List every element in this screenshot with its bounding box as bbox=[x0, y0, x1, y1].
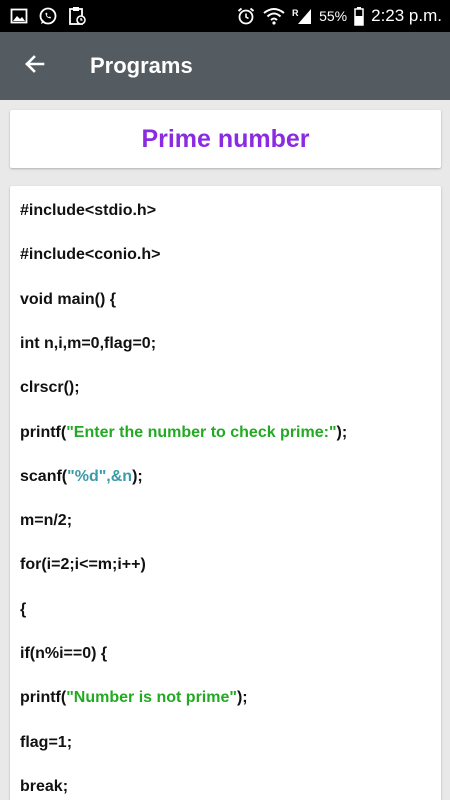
battery-percent: 55% bbox=[319, 8, 348, 24]
code-line: #include<conio.h> bbox=[20, 246, 160, 264]
code-text: scanf( bbox=[20, 467, 68, 485]
gallery-icon bbox=[10, 7, 28, 25]
code-text: #include<stdio.h> bbox=[20, 202, 157, 219]
code-text: flag=1; bbox=[20, 733, 73, 751]
code-text: clrscr(); bbox=[20, 379, 80, 397]
code-line: printf("Number is not prime"); bbox=[20, 689, 248, 707]
code-line: flag=1; bbox=[20, 734, 72, 752]
signal-icon: R bbox=[292, 7, 312, 25]
code-card: #include<stdio.h> #include<conio.h> void m… bbox=[10, 186, 441, 800]
app-bar-title: Programs bbox=[90, 53, 193, 78]
code-text: ); bbox=[336, 423, 348, 441]
code-line: { bbox=[20, 601, 26, 619]
code-line: clrscr(); bbox=[20, 379, 80, 397]
code-text: void main() { bbox=[20, 290, 117, 308]
battery-icon bbox=[354, 6, 364, 26]
code-string-literal: "%d",&n bbox=[67, 467, 133, 485]
clock: 2:23 p.m. bbox=[371, 6, 442, 25]
program-title-card: Prime number bbox=[10, 110, 441, 168]
status-bar: R 55% 2:23 p.m. bbox=[0, 0, 450, 32]
arrow-left-icon bbox=[23, 52, 47, 81]
code-text: int n,i,m=0,flag=0; bbox=[20, 334, 157, 352]
code-line: for(i=2;i<=m;i++) bbox=[20, 556, 146, 574]
whatsapp-icon bbox=[38, 6, 58, 26]
code-string-literal: "Enter the number to check prime:" bbox=[66, 423, 337, 441]
code-text: for(i=2;i<=m;i++) bbox=[20, 556, 146, 574]
code-line: m=n/2; bbox=[20, 512, 72, 530]
code-text: break; bbox=[20, 777, 69, 795]
code-text: if(n%i==0) { bbox=[20, 645, 108, 662]
code-text: ); bbox=[236, 689, 248, 707]
app-bar: Programs bbox=[0, 32, 450, 100]
code-line: #include<stdio.h> bbox=[20, 202, 156, 220]
code-text: ); bbox=[132, 467, 143, 485]
code-line: int n,i,m=0,flag=0; bbox=[20, 335, 156, 353]
code-text: printf( bbox=[20, 423, 67, 441]
code-line: break; bbox=[20, 778, 68, 796]
code-line: if(n%i==0) { bbox=[20, 645, 107, 663]
code-string-literal: "Number is not prime" bbox=[66, 689, 237, 707]
back-button[interactable] bbox=[0, 32, 70, 100]
code-text: printf( bbox=[20, 689, 67, 707]
clipboard-icon bbox=[68, 6, 86, 26]
code-line: printf("Enter the number to check prime:… bbox=[20, 424, 347, 442]
code-text: m=n/2; bbox=[20, 512, 73, 530]
program-title: Prime number bbox=[141, 124, 310, 153]
network-label: R bbox=[292, 8, 299, 18]
code-text: #include<conio.h> bbox=[20, 246, 161, 264]
alarm-icon bbox=[236, 6, 256, 26]
wifi-icon bbox=[263, 7, 285, 25]
code-line: void main() { bbox=[20, 291, 116, 309]
code-line: scanf("%d",&n); bbox=[20, 468, 143, 486]
code-text: { bbox=[20, 600, 27, 618]
